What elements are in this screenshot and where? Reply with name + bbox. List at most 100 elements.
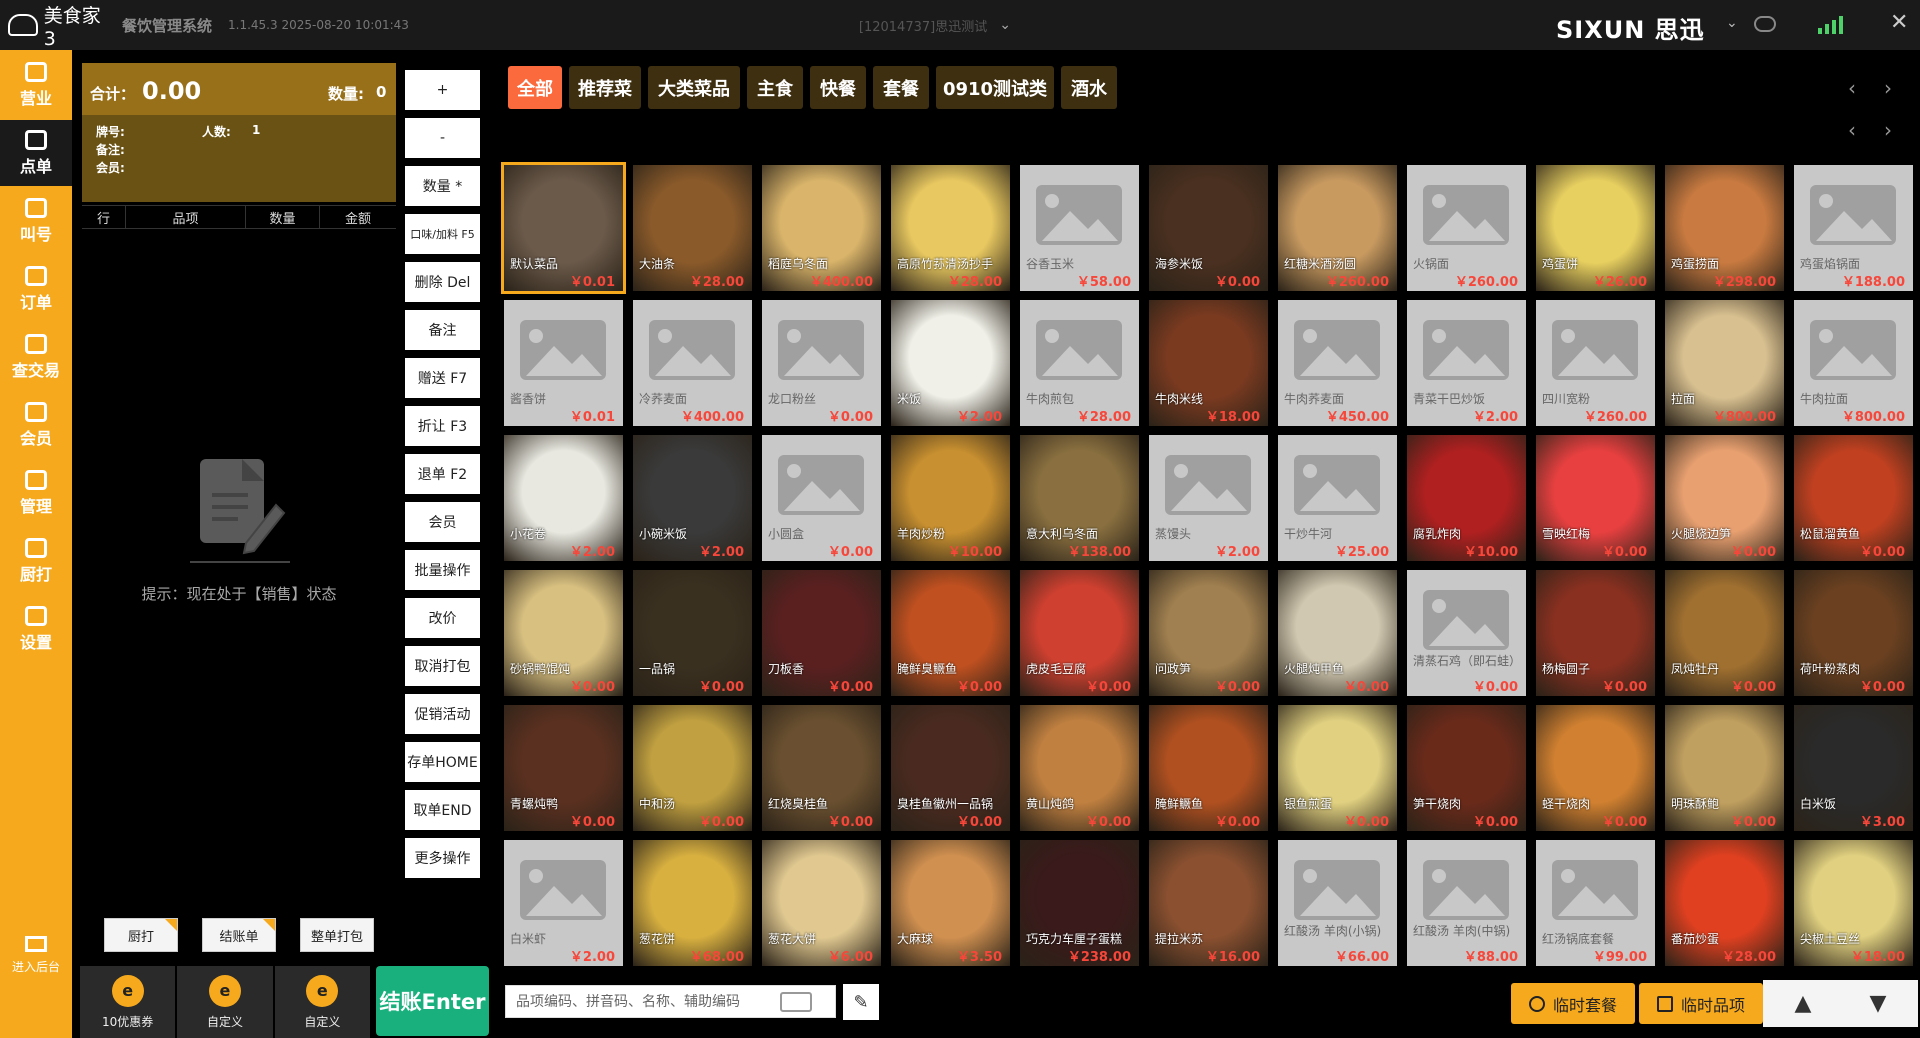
chevron-down-icon[interactable]: ⌄ [1726, 15, 1738, 31]
custom-tile[interactable]: e 自定义 [274, 966, 370, 1038]
dish-card[interactable]: 牛肉荞麦面 ￥450.00 [1278, 300, 1397, 426]
dish-card[interactable]: 小花卷 ￥2.00 [504, 435, 623, 561]
category-tab[interactable]: 快餐 [810, 66, 866, 109]
dish-card[interactable]: 红汤锅底套餐 ￥99.00 [1536, 840, 1655, 966]
dish-card[interactable]: 中和汤 ￥0.00 [633, 705, 752, 831]
dish-card[interactable]: 虎皮毛豆腐 ￥0.00 [1020, 570, 1139, 696]
dish-card[interactable]: 牛肉米线 ￥18.00 [1149, 300, 1268, 426]
dish-card[interactable]: 稻庭乌冬面 ￥400.00 [762, 165, 881, 291]
dish-card[interactable]: 意大利乌冬面 ￥138.00 [1020, 435, 1139, 561]
enter-backend-button[interactable]: 进入后台 [0, 922, 72, 988]
dish-card[interactable]: 红酸汤 羊肉(小锅) ￥66.00 [1278, 840, 1397, 966]
dish-card[interactable]: 尖椒土豆丝 ￥18.00 [1794, 840, 1913, 966]
dish-card[interactable]: 葱花饼 ￥68.00 [633, 840, 752, 966]
category-tab[interactable]: 套餐 [873, 66, 929, 109]
nav-kitchen[interactable]: 厨打 [0, 528, 72, 594]
dish-card[interactable]: 牛肉拉面 ￥800.00 [1794, 300, 1913, 426]
dish-card[interactable]: 大麻球 ￥3.50 [891, 840, 1010, 966]
dish-card[interactable]: 鸡蛋捞面 ￥298.00 [1665, 165, 1784, 291]
dish-card[interactable]: 腌鲜鳜鱼 ￥0.00 [1149, 705, 1268, 831]
dish-card[interactable]: 酱香饼 ￥0.01 [504, 300, 623, 426]
dish-card[interactable]: 红酸汤 羊肉(中锅) ￥88.00 [1407, 840, 1526, 966]
action-button[interactable]: 折让 F3 [405, 406, 480, 446]
nav-manage[interactable]: 管理 [0, 460, 72, 526]
temp-item-button[interactable]: 临时品项 [1639, 983, 1763, 1024]
dish-card[interactable]: 银鱼煎蛋 ￥0.00 [1278, 705, 1397, 831]
dish-card[interactable]: 清蒸石鸡（即石蛙） ￥0.00 [1407, 570, 1526, 696]
dish-card[interactable]: 荷叶粉蒸肉 ￥0.00 [1794, 570, 1913, 696]
category-tab[interactable]: 0910测试类 [936, 66, 1054, 109]
action-button[interactable]: 改价 [405, 598, 480, 638]
dish-card[interactable]: 鸡蛋焰锅面 ￥188.00 [1794, 165, 1913, 291]
dish-card[interactable]: 明珠酥鲍 ￥0.00 [1665, 705, 1784, 831]
dish-card[interactable]: 四川宽粉 ￥260.00 [1536, 300, 1655, 426]
action-button[interactable]: 口味/加料 F5 [405, 214, 480, 254]
category-tab[interactable]: 推荐菜 [569, 66, 641, 109]
action-button[interactable]: 存单HOME [405, 742, 480, 782]
category-tab[interactable]: 大类菜品 [648, 66, 740, 109]
kitchen-print-button[interactable]: 厨打 [104, 918, 178, 952]
dish-card[interactable]: 冷荞麦面 ￥400.00 [633, 300, 752, 426]
dish-card[interactable]: 葱花大饼 ￥6.00 [762, 840, 881, 966]
dish-card[interactable]: 问政笋 ￥0.00 [1149, 570, 1268, 696]
handwriting-button[interactable]: ✎ [843, 984, 879, 1020]
dish-card[interactable]: 红糖米酒汤圆 ￥260.00 [1278, 165, 1397, 291]
action-button[interactable]: + [405, 70, 480, 110]
action-button[interactable]: 退单 F2 [405, 454, 480, 494]
bill-print-button[interactable]: 结账单 [202, 918, 276, 952]
dish-card[interactable]: 龙口粉丝 ￥0.00 [762, 300, 881, 426]
dish-card[interactable]: 砂锅鸭馄饨 ￥0.00 [504, 570, 623, 696]
dish-card[interactable]: 羊肉炒粉 ￥10.00 [891, 435, 1010, 561]
dish-card[interactable]: 火腿炖甲鱼 ￥0.00 [1278, 570, 1397, 696]
dish-card[interactable]: 干炒牛河 ￥25.00 [1278, 435, 1397, 561]
search-input[interactable] [516, 993, 776, 1010]
page-down-button[interactable]: ▼ [1838, 980, 1918, 1027]
chevron-left-icon[interactable]: ‹ [1848, 76, 1856, 100]
action-button[interactable]: 数量 * [405, 166, 480, 206]
dish-card[interactable]: 雪映红梅 ￥0.00 [1536, 435, 1655, 561]
action-button[interactable]: 促销活动 [405, 694, 480, 734]
dish-card[interactable]: 白米虾 ￥2.00 [504, 840, 623, 966]
category-tab[interactable]: 全部 [508, 66, 562, 109]
coupon-tile[interactable]: e 10优惠券 [80, 966, 176, 1038]
dish-card[interactable]: 松鼠溜黄鱼 ￥0.00 [1794, 435, 1913, 561]
keyboard-icon[interactable] [780, 991, 812, 1012]
nav-business[interactable]: 营业 [0, 52, 72, 118]
chevron-right-icon[interactable]: › [1884, 76, 1892, 100]
store-selector[interactable]: [12014737]思迅测试 [859, 16, 987, 35]
action-button[interactable]: 删除 Del [405, 262, 480, 302]
chevron-down-icon[interactable]: ⌄ [999, 17, 1011, 33]
dish-card[interactable]: 巧克力车厘子蛋糕 ￥238.00 [1020, 840, 1139, 966]
nav-member[interactable]: 会员 [0, 392, 72, 458]
dish-card[interactable]: 臭桂鱼徽州一品锅 ￥0.00 [891, 705, 1010, 831]
category-tab[interactable]: 主食 [747, 66, 803, 109]
nav-transactions[interactable]: 查交易 [0, 324, 72, 390]
dish-card[interactable]: 青螺炖鸭 ￥0.00 [504, 705, 623, 831]
nav-order[interactable]: 点单 [0, 120, 72, 186]
category-tab[interactable]: 酒水 [1061, 66, 1117, 109]
dish-card[interactable]: 默认菜品 ￥0.01 [501, 162, 626, 294]
nav-settings[interactable]: 设置 [0, 596, 72, 662]
dish-card[interactable]: 黄山炖鸽 ￥0.00 [1020, 705, 1139, 831]
cloud-sync-icon[interactable] [1754, 16, 1776, 32]
action-button[interactable]: 取单END [405, 790, 480, 830]
nav-orders[interactable]: 订单 [0, 256, 72, 322]
nav-call[interactable]: 叫号 [0, 188, 72, 254]
action-button[interactable]: - [405, 118, 480, 158]
dish-card[interactable]: 米饭 ￥2.00 [891, 300, 1010, 426]
action-button[interactable]: 备注 [405, 310, 480, 350]
temp-set-button[interactable]: 临时套餐 [1511, 983, 1635, 1024]
dish-card[interactable]: 高原竹荪清汤抄手 ￥28.00 [891, 165, 1010, 291]
dish-card[interactable]: 大油条 ￥28.00 [633, 165, 752, 291]
dish-card[interactable]: 蛏干烧肉 ￥0.00 [1536, 705, 1655, 831]
dish-card[interactable]: 笋干烧肉 ￥0.00 [1407, 705, 1526, 831]
pack-all-button[interactable]: 整单打包 [300, 918, 374, 952]
dish-card[interactable]: 谷香玉米 ￥58.00 [1020, 165, 1139, 291]
dish-card[interactable]: 火腿烧边笋 ￥0.00 [1665, 435, 1784, 561]
dish-card[interactable]: 凤炖牡丹 ￥0.00 [1665, 570, 1784, 696]
dish-card[interactable]: 刀板香 ￥0.00 [762, 570, 881, 696]
dish-card[interactable]: 番茄炒蛋 ￥28.00 [1665, 840, 1784, 966]
dish-card[interactable]: 腌鲜臭鳜鱼 ￥0.00 [891, 570, 1010, 696]
action-button[interactable]: 批量操作 [405, 550, 480, 590]
action-button[interactable]: 会员 [405, 502, 480, 542]
